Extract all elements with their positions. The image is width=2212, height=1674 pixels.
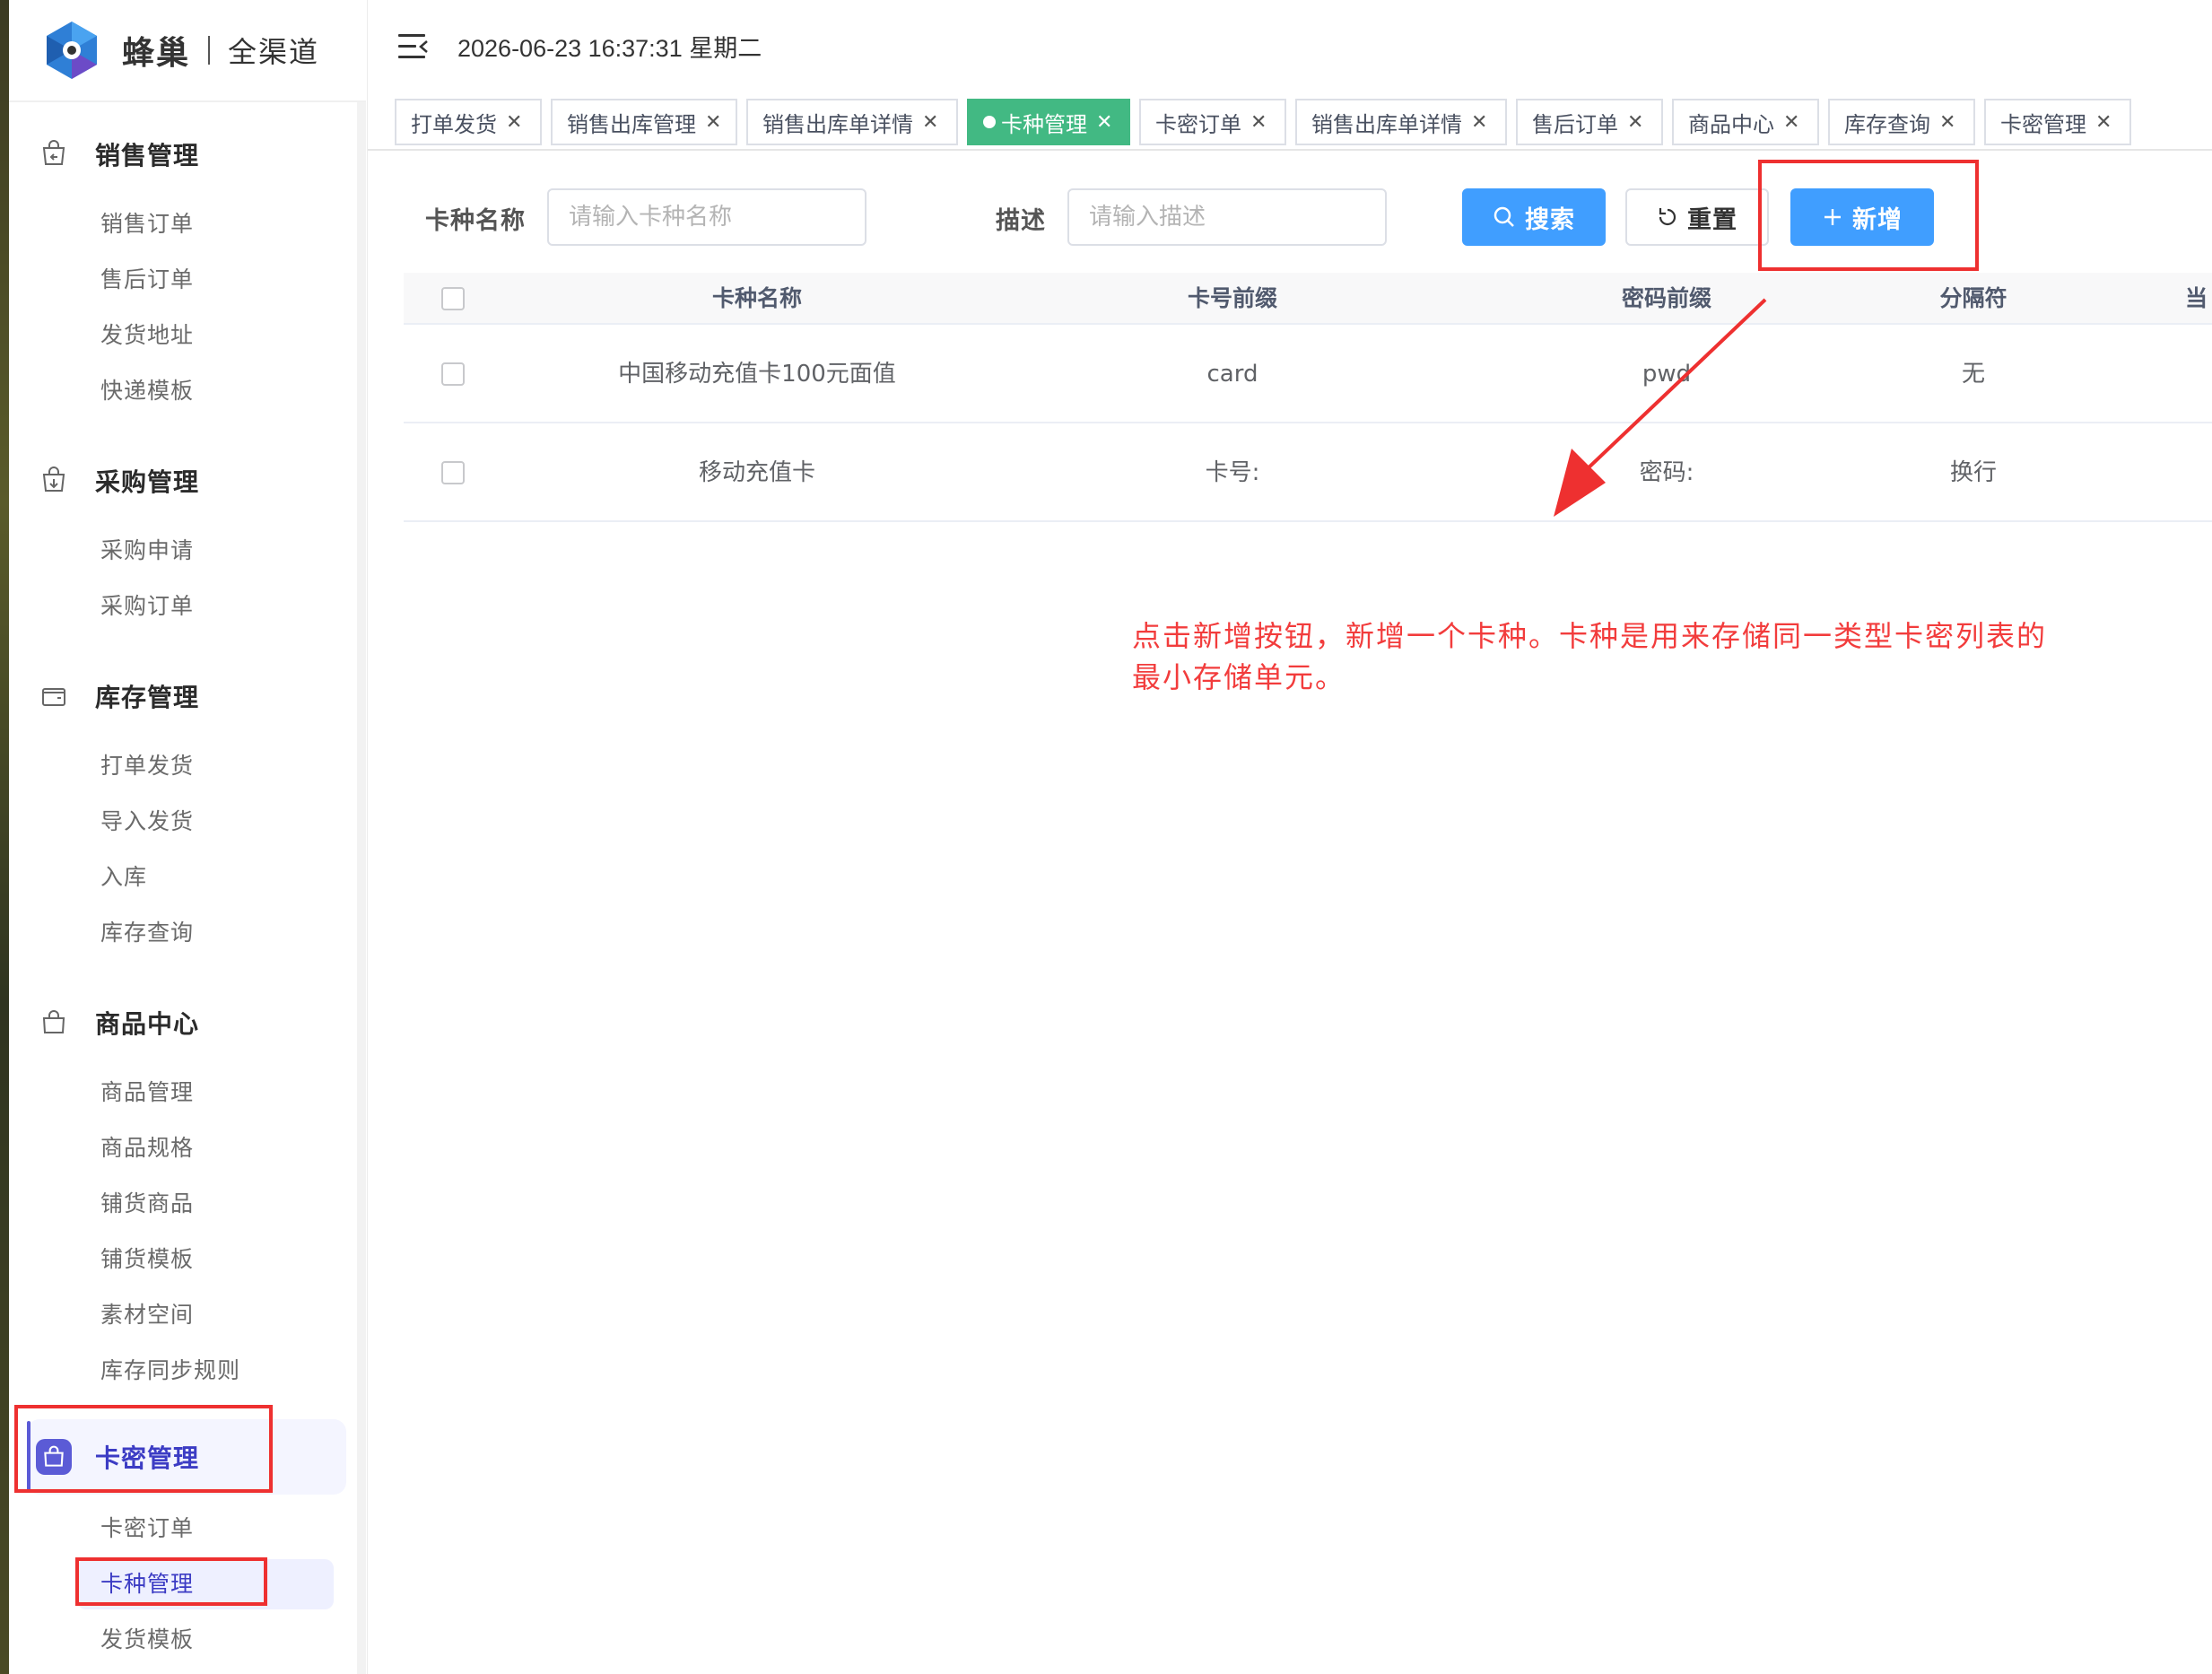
annotation-arrow-icon xyxy=(1554,298,1767,517)
annotation-line-2: 最小存储单元。 xyxy=(1132,660,1346,694)
annotation-text: 点击新增按钮，新增一个卡种。卡种是用来存储同一类型卡密列表的 最小存储单元。 xyxy=(1132,615,2119,698)
annotation-line-1: 点击新增按钮，新增一个卡种。卡种是用来存储同一类型卡密列表的 xyxy=(1132,619,2048,653)
